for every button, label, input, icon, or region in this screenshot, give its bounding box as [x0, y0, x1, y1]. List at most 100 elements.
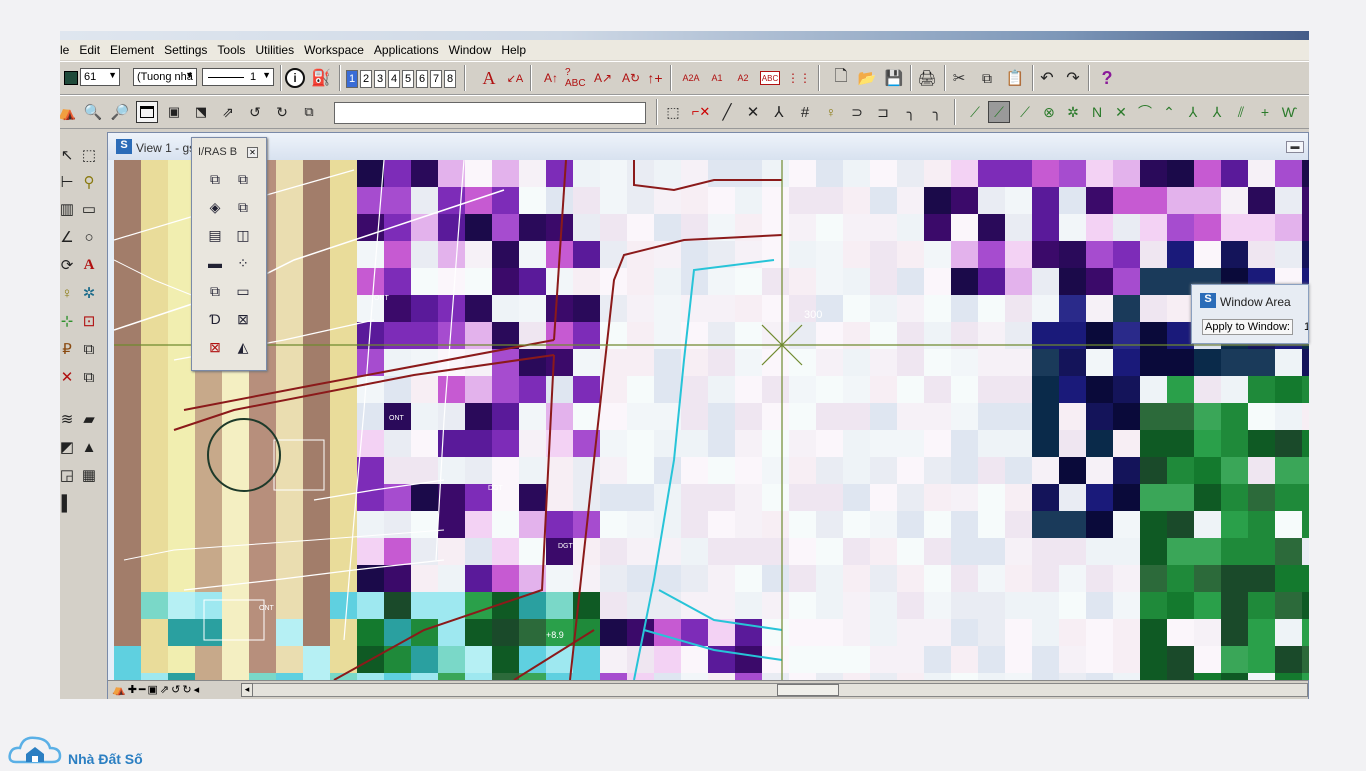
text-origin-icon[interactable]: ↑+ — [644, 67, 666, 89]
dimension-icon[interactable]: ⊹ — [60, 310, 78, 332]
raster-frame-icon[interactable]: ▰ — [78, 408, 100, 430]
snap-point-on-icon[interactable]: Ⱳ — [1278, 101, 1300, 123]
text-scale-icon[interactable]: A↗ — [592, 67, 614, 89]
raster-speckle-icon[interactable]: ⁘ — [232, 252, 254, 274]
menu-tools[interactable]: Tools — [217, 43, 245, 57]
undo-icon[interactable]: ↶ — [1036, 67, 1058, 89]
delete-part-icon[interactable]: ⌐✕ — [690, 101, 712, 123]
scroll-left-arrow[interactable]: ◂ — [241, 683, 253, 697]
line-style-dropdown[interactable]: (Tuong nhá ▼ — [133, 68, 197, 86]
snap-through-point-icon[interactable]: + — [1254, 101, 1276, 123]
raster-mountain-icon[interactable]: ▲ — [78, 436, 100, 458]
modify-element-icon[interactable]: ⬚ — [662, 101, 684, 123]
menu-file[interactable]: le — [60, 43, 69, 57]
menu-edit[interactable]: Edit — [79, 43, 100, 57]
view-previous-icon[interactable]: ↺ — [244, 101, 266, 123]
text-increment-icon[interactable]: A2 — [732, 67, 754, 89]
trim-icon[interactable]: ⅄ — [768, 101, 790, 123]
cut-icon[interactable]: ✂ — [948, 67, 970, 89]
scrollbar-thumb[interactable] — [777, 684, 839, 696]
apply-to-window-value[interactable]: 1 — [1304, 321, 1308, 333]
map-canvas[interactable]: 300 ONT ONT ONT DGT DGT +8.9 — [114, 160, 1309, 680]
open-folder-icon[interactable]: 📂 — [856, 67, 878, 89]
view-5-button[interactable]: 5 — [402, 70, 414, 88]
text-arrow-icon[interactable]: ↙A — [504, 67, 526, 89]
menu-help[interactable]: Help — [501, 43, 526, 57]
update-view-icon[interactable]: ⛺ — [60, 101, 78, 123]
fence-icon[interactable]: ⬚ — [78, 144, 100, 166]
raster-split-icon[interactable]: ◫ — [232, 224, 254, 246]
raster-line-icon[interactable]: ▬ — [204, 252, 226, 274]
menu-utilities[interactable]: Utilities — [255, 43, 294, 57]
place-arc-icon[interactable]: ∠ — [60, 226, 78, 248]
intersect-icon[interactable]: ✕ — [742, 101, 764, 123]
snap-nearest-icon[interactable]: ⟋ — [988, 101, 1010, 123]
minimize-button[interactable]: ▬ — [1286, 141, 1304, 153]
raster-scroll-icon[interactable]: ▌ — [60, 492, 78, 514]
text-replace-icon[interactable]: A2A — [680, 67, 702, 89]
color-dropdown[interactable]: 61 ▼ — [80, 68, 120, 86]
raster-move-icon[interactable]: ⧉ — [232, 168, 254, 190]
delete-element-icon[interactable]: ✕ — [60, 366, 78, 388]
construct-fillet-icon[interactable]: ⊐ — [872, 101, 894, 123]
raster-dashed-icon[interactable]: ▭ — [232, 280, 254, 302]
fit-view-icon[interactable]: ▣ — [163, 101, 185, 123]
extend-line-icon[interactable]: ╱ — [716, 101, 738, 123]
text-rotate-icon[interactable]: A↻ — [620, 67, 642, 89]
place-circle-icon[interactable]: ○ — [78, 226, 100, 248]
copy-icon[interactable]: ⧉ — [976, 67, 998, 89]
raster-bracket-icon[interactable]: Ɗ — [204, 308, 226, 330]
view-6-button[interactable]: 6 — [416, 70, 428, 88]
view-next-icon[interactable]: ↻ — [271, 101, 293, 123]
view-2-button[interactable]: 2 — [360, 70, 372, 88]
menu-applications[interactable]: Applications — [374, 43, 439, 57]
line-weight-dropdown[interactable]: 1 ▼ — [202, 68, 274, 86]
save-icon[interactable]: 💾 — [883, 67, 905, 89]
snap-intersection-icon[interactable]: ✕ — [1110, 101, 1132, 123]
place-text-icon[interactable]: A — [478, 67, 500, 89]
manipulate-icon[interactable]: ⊢ — [60, 171, 78, 193]
change-attributes-icon[interactable]: ⟳ — [60, 254, 78, 276]
view-7-button[interactable]: 7 — [430, 70, 442, 88]
snap-parallel-icon[interactable]: ⫽ — [1230, 101, 1252, 123]
menu-workspace[interactable]: Workspace — [304, 43, 364, 57]
view-control-icons[interactable]: ⛺✚━▣⇗↺↻◂ — [112, 683, 201, 696]
raster-select-icon[interactable]: ⧉ — [204, 168, 226, 190]
raster-delete-icon[interactable]: ⊠ — [232, 308, 254, 330]
group-icon[interactable]: ⧉ — [78, 338, 100, 360]
view-8-button[interactable]: 8 — [444, 70, 456, 88]
text-edit-icon[interactable]: A↑ — [540, 67, 562, 89]
construct-chamfer-icon[interactable]: ╮ — [900, 101, 922, 123]
new-file-icon[interactable]: 🗋 — [830, 67, 852, 89]
close-icon[interactable]: ✕ — [247, 147, 258, 158]
raster-stairs-icon[interactable]: ⧉ — [204, 280, 226, 302]
dimension-size-icon[interactable]: ⊡ — [78, 310, 100, 332]
fill-color-swatch[interactable] — [60, 67, 82, 89]
modify-icon[interactable]: ₽ — [60, 338, 78, 360]
snap-perpendicular-icon[interactable]: ⅄ — [1182, 101, 1204, 123]
view-4-button[interactable]: 4 — [388, 70, 400, 88]
pattern-icon[interactable]: ✲ — [78, 282, 100, 304]
zoom-out-icon[interactable]: 🔎 — [109, 101, 131, 123]
raster-copy-icon[interactable]: ⧉ — [232, 196, 254, 218]
pan-view-icon[interactable]: ⇗ — [217, 101, 239, 123]
view-1-button[interactable]: 1 — [346, 70, 358, 88]
snap-keypoint-icon[interactable]: ⟋ — [964, 101, 986, 123]
menu-element[interactable]: Element — [110, 43, 154, 57]
place-line-icon[interactable]: ▥ — [60, 198, 78, 220]
raster-merge-icon[interactable]: ▤ — [204, 224, 226, 246]
window-area-icon[interactable] — [136, 101, 158, 123]
text-copy-icon[interactable]: A1 — [706, 67, 728, 89]
print-icon[interactable]: 🖨 — [916, 67, 938, 89]
paste-icon[interactable]: 📋 — [1004, 67, 1026, 89]
place-cell-icon[interactable]: ♀ — [60, 282, 78, 304]
place-block-icon[interactable]: ▭ — [78, 198, 100, 220]
snap-bisector-icon[interactable]: Ν — [1086, 101, 1108, 123]
zoom-in-icon[interactable]: 🔍 — [82, 101, 104, 123]
snap-midpoint-icon[interactable]: ⟋ — [1014, 101, 1036, 123]
raster-clip-icon[interactable]: ◲ — [60, 464, 78, 486]
help-icon[interactable]: ? — [1096, 67, 1118, 89]
text-table-icon[interactable]: ⋮⋮ — [787, 67, 811, 89]
menu-window[interactable]: Window — [449, 43, 492, 57]
view-3-button[interactable]: 3 — [374, 70, 386, 88]
